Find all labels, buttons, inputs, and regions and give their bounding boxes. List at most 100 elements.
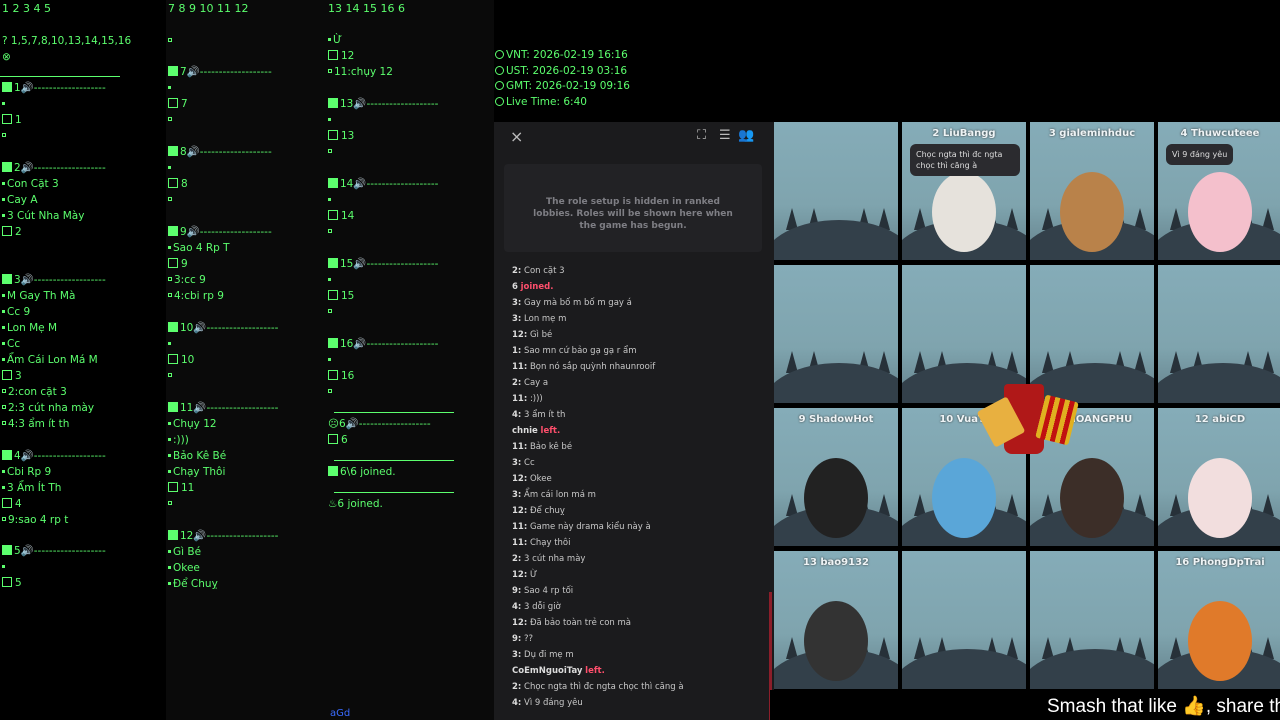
column-2-header: 7 8 9 10 11 12	[168, 2, 249, 15]
chat-message: 1: Sao mn cứ bảo gạ gạ r ẩm	[512, 346, 637, 356]
player-2-header: 2🔊-------------------	[2, 160, 106, 176]
clock-icon	[495, 96, 504, 106]
divider	[334, 492, 454, 493]
player-avatar	[1188, 601, 1252, 681]
player-avatar	[1060, 458, 1124, 538]
panel-toolbar: × ⛶ ☰ 👥	[494, 122, 774, 152]
close-icon[interactable]: ×	[510, 127, 523, 146]
chat-log[interactable]: 2: Con cặt 3 6 joined. 3: Gay mà bố m bố m…	[504, 262, 762, 720]
player-card[interactable]: 13 bao9132	[774, 551, 898, 689]
player-avatar	[932, 458, 996, 538]
player-card[interactable]	[774, 122, 898, 260]
divider	[334, 412, 454, 413]
time-info: VNT: 2026-02-19 16:16 UST: 2026-02-19 03…	[495, 48, 630, 110]
chat-message: 4: Vì 9 đáng yêu	[512, 698, 583, 708]
player-13-slot: 13	[328, 128, 354, 144]
chat-message: 9: Sao 4 rp tối	[512, 586, 574, 596]
chat-message: 3: Ẩm cái lon má m	[512, 490, 596, 500]
chat-message: 12: Để chuỵ	[512, 506, 565, 516]
column-3-header: 13 14 15 16 6	[328, 2, 405, 15]
player-avatar	[1188, 458, 1252, 538]
chat-message: 11: Bọn nó sắp quỳnh nhaunrooif	[512, 362, 656, 372]
player-name: 16 PhongDpTrai	[1175, 557, 1265, 568]
player-avatar	[1060, 172, 1124, 252]
column-1-header: 1 2 3 4 5	[2, 2, 51, 15]
player-10-slot: 10	[168, 352, 194, 368]
player-name: 9 ShadowHot	[798, 414, 874, 425]
ust-time: UST: 2026-02-19 03:16	[495, 64, 630, 80]
roles-notice: The role setup is hidden in ranked lobbi…	[504, 164, 762, 252]
player-avatar	[932, 172, 996, 252]
player-14-slot: 14	[328, 208, 354, 224]
player-4-slot: 4	[2, 496, 22, 512]
player-16-slot: 16	[328, 368, 354, 384]
player-card[interactable]	[1030, 265, 1154, 403]
player-8-slot: 8	[168, 176, 188, 192]
player-name: 3 gialeminhduc	[1048, 128, 1136, 139]
chat-message: 11: Game này drama kiểu này à	[512, 522, 651, 532]
player-card[interactable]	[902, 265, 1026, 403]
player-card[interactable]: 3 gialeminhduc	[1030, 122, 1154, 260]
player-card[interactable]: 9 ShadowHot	[774, 408, 898, 546]
player-card[interactable]	[1158, 265, 1280, 403]
player-1-header: 1🔊-------------------	[2, 80, 106, 96]
player-avatar	[804, 458, 868, 538]
speech-bubble: Chọc ngta thì đc ngta chọc thì căng à	[910, 144, 1020, 176]
player-6-header: ☹6🔊-------------------	[328, 418, 431, 430]
player-card[interactable]: 2 LiuBangg Chọc ngta thì đc ngta chọc thì…	[902, 122, 1026, 260]
chat-message: 12: Gì bé	[512, 330, 553, 340]
player-avatar	[804, 601, 868, 681]
player-7-slot: 7	[168, 96, 188, 112]
player-11-slot: 11	[168, 480, 194, 496]
chat-message: 3: Cc	[512, 458, 535, 468]
game-side-panel: × ⛶ ☰ 👥 The role setup is hidden in rank…	[494, 122, 774, 720]
player-card[interactable]	[1030, 551, 1154, 689]
chat-message: 9: ??	[512, 634, 534, 644]
player-9-header: 9🔊-------------------	[168, 224, 272, 240]
player-card[interactable]: 4 Thuwcuteee Vì 9 đáng yêu	[1158, 122, 1280, 260]
chat-message: CoEmNguoiTay left.	[512, 666, 605, 676]
player-16-header: 16🔊-------------------	[328, 336, 438, 352]
status-icon: ⊗	[2, 51, 11, 63]
player-card[interactable]: 12 abiCD	[1158, 408, 1280, 546]
log-column-3: 13 14 15 16 6 Ừ 12 11:chụy 12 13🔊-------…	[326, 0, 494, 720]
chat-message: 6 joined.	[512, 282, 554, 292]
speech-bubble: Vì 9 đáng yêu	[1166, 144, 1234, 165]
chat-message: 12: Đã bảo toàn trẻ con mà	[512, 618, 631, 628]
player-3-header: 3🔊-------------------	[2, 272, 106, 288]
player-4-header: 4🔊-------------------	[2, 448, 106, 464]
player-2-slot: 2	[2, 224, 22, 240]
chat-message: 2: Chọc ngta thì đc ngta chọc thì căng à	[512, 682, 684, 692]
player-card[interactable]: 16 PhongDpTrai	[1158, 551, 1280, 689]
chat-message: 3: Gay mà bố m bố m gay á	[512, 298, 632, 308]
divider	[334, 460, 454, 461]
clock-icon	[495, 65, 504, 75]
players-icon[interactable]: 👥	[738, 128, 754, 143]
player-5-slot: 5	[2, 575, 22, 591]
chat-message: 11: :)))	[512, 394, 543, 404]
fullscreen-icon[interactable]: ⛶	[697, 128, 706, 143]
vnt-time: VNT: 2026-02-19 16:16	[495, 48, 630, 64]
player-name: 2 LiuBangg	[932, 128, 996, 139]
log-column-2: 7 8 9 10 11 12 7🔊------------------- 7 8…	[166, 0, 326, 720]
live-time: Live Time: 6:40	[495, 95, 630, 111]
player-3-slot: 3	[2, 368, 22, 384]
player-1-slot: 1	[2, 112, 22, 128]
player-card[interactable]	[902, 551, 1026, 689]
log-column-1: 1 2 3 4 5 ? 1,5,7,8,10,13,14,15,16 ⊗ 1🔊-…	[0, 0, 166, 720]
list-icon[interactable]: ☰	[719, 128, 731, 143]
gmt-time: GMT: 2026-02-19 09:16	[495, 79, 630, 95]
player-13-header: 13🔊-------------------	[328, 96, 438, 112]
chat-message: 11: Chạy thôi	[512, 538, 571, 548]
player-avatar	[1188, 172, 1252, 252]
player-12-header: 12🔊-------------------	[168, 528, 278, 544]
joined-notice-b: ♨6 joined.	[328, 498, 383, 510]
player-10-header: 10🔊-------------------	[168, 320, 278, 336]
player-name: 4 Thuwcuteee	[1180, 128, 1260, 139]
chat-message: chnie left.	[512, 426, 561, 436]
ticker-text: Smash that like 👍, share the	[1047, 696, 1280, 717]
player-15-slot: 15	[328, 288, 354, 304]
player-card[interactable]	[774, 265, 898, 403]
player-6-slot: 6	[328, 432, 348, 448]
corner-label: aGd	[330, 708, 351, 719]
